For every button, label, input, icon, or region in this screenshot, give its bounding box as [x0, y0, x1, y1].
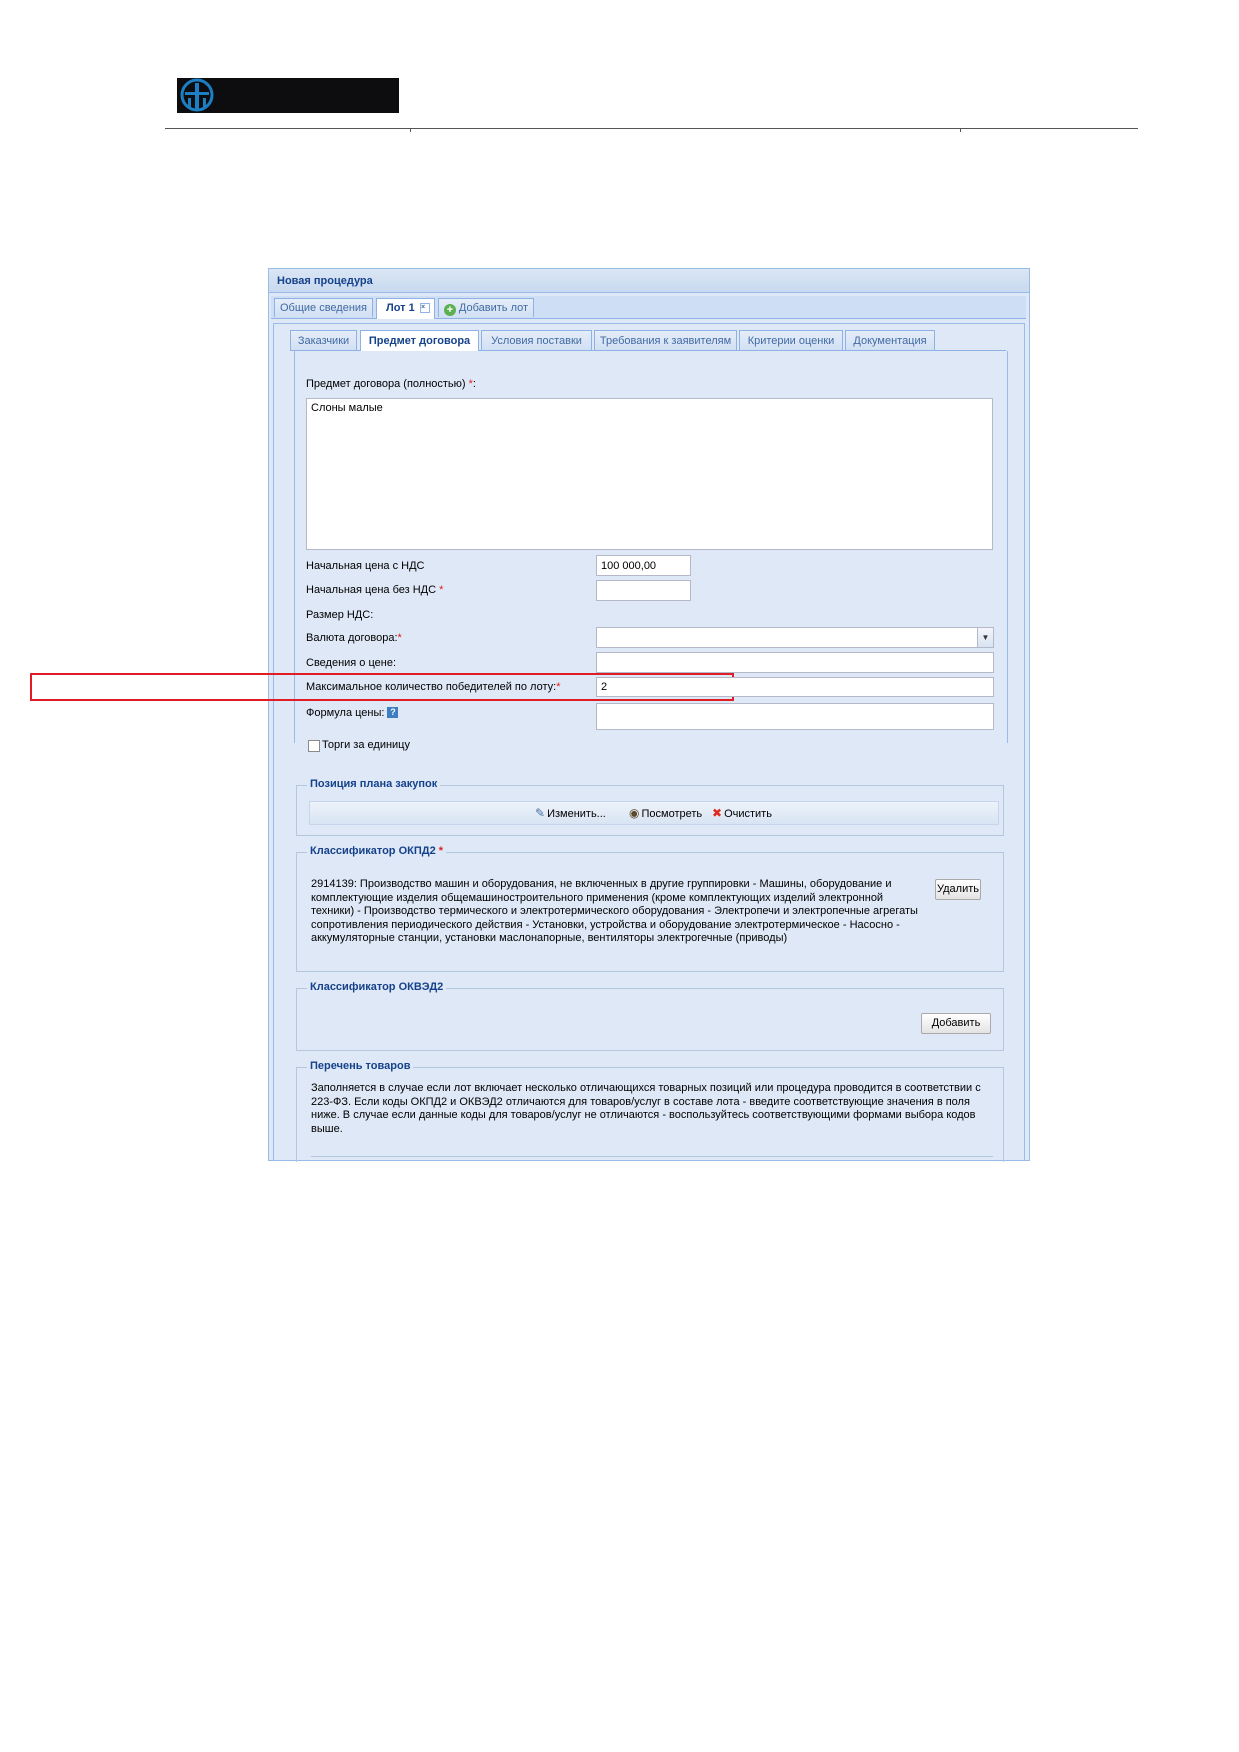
tab-delivery-terms[interactable]: Условия поставки	[481, 330, 592, 350]
view-button[interactable]: ◉ Посмотреть	[629, 806, 702, 820]
plan-position-legend: Позиция плана закупок	[307, 778, 441, 790]
currency-label-text: Валюта договора:	[306, 632, 398, 644]
add-icon: +	[443, 304, 456, 316]
plan-position-fieldset: Позиция плана закупок ✎ Изменить... ◉ Посм…	[296, 778, 1004, 836]
per-unit-checkbox[interactable]	[308, 740, 320, 752]
subject-label-text: Предмет договора (полностью)	[306, 378, 466, 390]
help-icon[interactable]: ?	[387, 707, 399, 718]
max-winners-input[interactable]	[596, 677, 994, 697]
tab-general-info[interactable]: Общие сведения	[274, 298, 373, 317]
tab-lot-1-label: Лот 1	[386, 302, 415, 314]
required-mark: *	[397, 632, 402, 644]
price-vat-input[interactable]	[596, 555, 691, 576]
plan-position-toolbar: ✎ Изменить... ◉ Посмотреть ✖ Очистить	[309, 801, 999, 825]
goods-list-legend: Перечень товаров	[307, 1060, 414, 1072]
formula-label: Формула цены:?	[306, 707, 399, 719]
lot-subtabbar: Заказчики Предмет договора Условия поста…	[290, 328, 1006, 352]
currency-select[interactable]: ▼	[596, 627, 994, 648]
chevron-down-icon[interactable]: ▼	[977, 628, 993, 647]
edit-label: Изменить...	[547, 808, 606, 820]
tab-lot-1[interactable]: Лот 1 ×	[376, 298, 435, 319]
per-unit-label: Торги за единицу	[322, 739, 410, 751]
vat-size-label: Размер НДС:	[306, 609, 374, 621]
currency-label: Валюта договора:*	[306, 632, 402, 644]
formula-input[interactable]	[596, 703, 994, 730]
tab-customers[interactable]: Заказчики	[290, 330, 357, 350]
tab-evaluation-criteria[interactable]: Критерии оценки	[739, 330, 843, 350]
header-divider-tick	[960, 128, 961, 132]
required-mark: *	[468, 378, 473, 390]
add-lot-label: Добавить лот	[458, 302, 529, 314]
price-info-input[interactable]	[596, 652, 994, 673]
subject-label: Предмет договора (полностью) *:	[306, 378, 476, 390]
formula-label-text: Формула цены:	[306, 707, 385, 719]
okpd2-legend: Классификатор ОКПД2 *	[307, 845, 447, 857]
goods-list-fieldset: Перечень товаров Заполняется в случае ес…	[296, 1060, 1004, 1162]
tab-contract-subject[interactable]: Предмет договора	[360, 330, 479, 352]
edit-button[interactable]: ✎ Изменить...	[535, 806, 606, 820]
tab-documentation[interactable]: Документация	[845, 330, 935, 350]
goods-list-text: Заполняется в случае если лот включает н…	[311, 1082, 981, 1135]
max-winners-label-text: Максимальное количество победителей по л…	[306, 681, 557, 693]
goods-list-divider	[311, 1156, 993, 1157]
clear-x-icon: ✖	[712, 806, 723, 820]
clear-label: Очистить	[724, 808, 772, 820]
price-vat-label: Начальная цена с НДС	[306, 560, 425, 572]
okved2-fieldset: Классификатор ОКВЭД2 Добавить	[296, 981, 1004, 1051]
eye-icon: ◉	[629, 806, 640, 820]
okpd2-text: 2914139: Производство машин и оборудован…	[311, 878, 918, 944]
max-winners-label: Максимальное количество победителей по л…	[306, 681, 560, 693]
add-okved2-button[interactable]: Добавить	[921, 1013, 991, 1034]
window-title: Новая процедура	[269, 269, 1029, 293]
clear-button[interactable]: ✖ Очистить	[712, 806, 772, 820]
add-lot-button[interactable]: + Добавить лот	[438, 298, 534, 317]
required-mark: *	[438, 845, 444, 857]
header-divider-tick	[410, 128, 411, 132]
header-divider	[165, 128, 1138, 129]
logo-emblem-icon	[180, 78, 214, 112]
view-label: Посмотреть	[641, 808, 703, 820]
subject-textarea[interactable]: Слоны малые	[306, 398, 993, 550]
price-novat-label-text: Начальная цена без НДС	[306, 584, 437, 596]
close-icon[interactable]: ×	[420, 303, 430, 313]
okpd2-legend-text: Классификатор ОКПД2	[310, 845, 436, 857]
required-mark: *	[556, 681, 561, 693]
okved2-legend: Классификатор ОКВЭД2	[307, 981, 447, 993]
delete-okpd2-button[interactable]: Удалить	[935, 879, 981, 900]
price-info-label: Сведения о цене:	[306, 657, 397, 669]
okpd2-fieldset: Классификатор ОКПД2 * 2914139: Производс…	[296, 845, 1004, 972]
company-logo	[177, 78, 399, 113]
tab-applicant-requirements[interactable]: Требования к заявителям	[594, 330, 737, 350]
lot-tabbar: Общие сведения Лот 1 × + Добавить лот	[271, 296, 1026, 319]
price-novat-input[interactable]	[596, 580, 691, 601]
pencil-icon: ✎	[535, 806, 546, 820]
price-novat-label: Начальная цена без НДС *	[306, 584, 443, 596]
required-mark: *	[439, 584, 444, 596]
